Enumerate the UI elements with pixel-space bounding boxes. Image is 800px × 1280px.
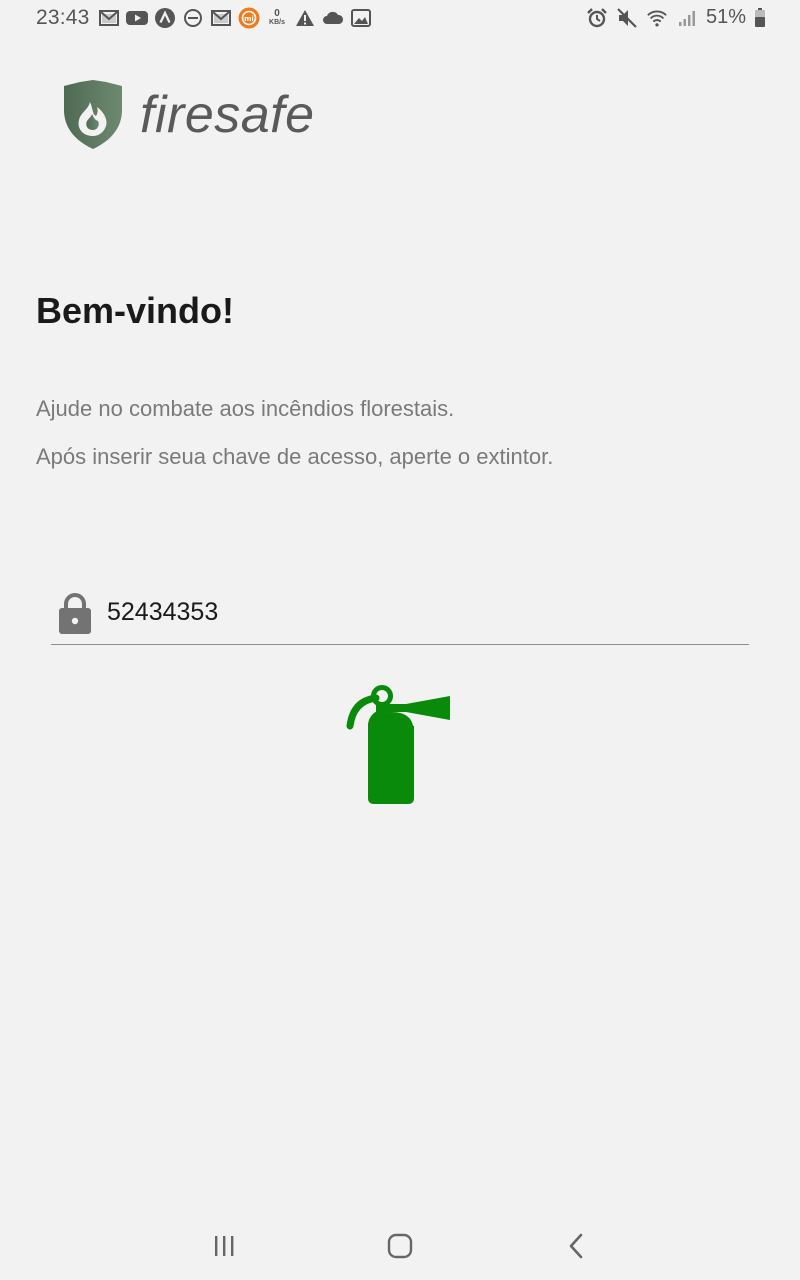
system-icons: 51% <box>586 6 766 29</box>
lock-icon <box>59 593 91 634</box>
svg-text:mi: mi <box>244 15 254 23</box>
warning-icon <box>294 7 316 29</box>
home-button[interactable] <box>380 1230 420 1262</box>
fire-extinguisher-icon <box>346 685 450 804</box>
recent-apps-icon <box>215 1236 234 1256</box>
app-a-icon <box>154 7 176 29</box>
alarm-icon <box>586 7 608 29</box>
brand-name: firesafe <box>140 86 315 144</box>
fire-extinguisher-button[interactable] <box>346 684 454 808</box>
network-speed-unit: KB/s <box>269 19 285 26</box>
page-title: Bem-vindo! <box>36 290 234 331</box>
status-bar: 23:43 mi 0 KB/s 51% <box>0 0 800 36</box>
home-icon <box>387 1233 413 1259</box>
battery-icon <box>754 7 766 29</box>
wifi-icon <box>646 7 668 29</box>
youtube-icon <box>126 7 148 29</box>
firesafe-logo: firesafe <box>60 80 315 150</box>
cloud-icon <box>322 7 344 29</box>
screen: 23:43 mi 0 KB/s 51% firesafe Bem-vindo! … <box>0 0 800 1280</box>
gmail-icon <box>98 7 120 29</box>
access-key-field[interactable] <box>51 580 749 645</box>
access-key-input[interactable] <box>107 597 707 627</box>
do-not-disturb-icon <box>182 7 204 29</box>
network-speed-value: 0 <box>274 8 280 19</box>
description-line-2: Após inserir seua chave de acesso, apert… <box>36 444 554 469</box>
signal-icon <box>676 7 698 29</box>
recent-apps-button[interactable] <box>204 1230 244 1262</box>
status-time: 23:43 <box>36 6 90 29</box>
back-button[interactable] <box>556 1230 596 1262</box>
gmail-icon-2 <box>210 7 232 29</box>
notification-icons: mi 0 KB/s <box>98 7 372 29</box>
image-icon <box>350 7 372 29</box>
navigation-bar <box>0 1210 800 1280</box>
back-icon <box>569 1233 583 1259</box>
mi-icon: mi <box>238 7 260 29</box>
shield-flame-icon <box>64 80 122 149</box>
battery-percent: 51% <box>705 6 746 28</box>
network-speed: 0 KB/s <box>266 9 288 27</box>
description-line-1: Ajude no combate aos incêndios florestai… <box>36 396 455 421</box>
mute-icon <box>616 7 638 29</box>
